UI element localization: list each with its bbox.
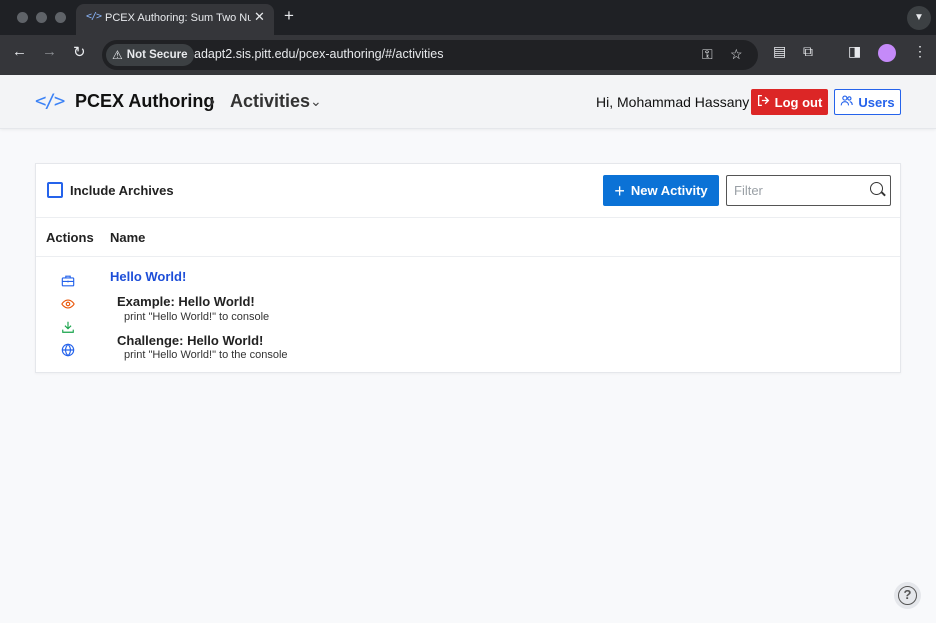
window-minimize-dot[interactable] (36, 12, 47, 23)
divider (36, 217, 900, 218)
browser-tab-active[interactable]: </> PCEX Authoring: Sum Two Numbers ✕ (76, 4, 274, 35)
search-icon (870, 182, 883, 195)
briefcase-icon[interactable] (61, 274, 75, 288)
users-button[interactable]: Users (834, 89, 901, 115)
breadcrumb-activities[interactable]: Activities (230, 91, 310, 112)
extensions-puzzle-icon[interactable]: ⧉ (803, 43, 813, 60)
column-header-actions: Actions (46, 230, 94, 245)
activities-card: Include Archives + New Activity Actions … (35, 163, 901, 373)
side-panel-icon[interactable]: ◨ (848, 43, 861, 60)
example-description: print "Hello World!" to console (124, 311, 270, 323)
tab-close-icon[interactable]: ✕ (254, 9, 265, 25)
security-label: Not Secure (126, 49, 188, 61)
help-button[interactable]: ? (894, 582, 921, 609)
include-archives-label[interactable]: Include Archives (70, 183, 174, 198)
kebab-menu-icon[interactable]: ⋮ (913, 43, 927, 60)
code-favicon-icon: </> (86, 11, 102, 22)
security-chip[interactable]: ⚠ Not Secure (106, 44, 195, 66)
new-tab-button[interactable]: + (284, 6, 294, 26)
globe-icon[interactable] (61, 343, 75, 357)
users-label: Users (858, 94, 895, 110)
forward-arrow-icon[interactable]: → (42, 43, 57, 60)
example-title: Example: Hello World! (117, 294, 255, 309)
browser-tabbar: </> PCEX Authoring: Sum Two Numbers ✕ + … (0, 0, 936, 35)
users-icon (840, 94, 854, 110)
user-greeting: Hi, Mohammad Hassany (596, 94, 750, 110)
chevron-down-icon[interactable]: ⌄ (310, 93, 322, 110)
column-header-name: Name (110, 230, 146, 245)
star-icon[interactable]: ☆ (730, 46, 743, 63)
window-zoom-dot[interactable] (55, 12, 66, 23)
include-archives-checkbox[interactable] (47, 182, 63, 198)
brand-title[interactable]: PCEX Authoring (75, 91, 214, 112)
address-bar[interactable]: ⚠ Not Secure adapt2.sis.pitt.edu/pcex-au… (102, 40, 758, 70)
new-activity-button[interactable]: + New Activity (603, 175, 719, 206)
download-icon[interactable] (61, 320, 75, 334)
profile-avatar[interactable] (878, 44, 896, 62)
tab-title: PCEX Authoring: Sum Two Numbers (105, 12, 251, 24)
back-arrow-icon[interactable]: ← (12, 43, 27, 60)
divider (36, 256, 900, 257)
window-close-dot[interactable] (17, 12, 28, 23)
logout-label: Log out (774, 94, 823, 110)
logout-button[interactable]: Log out (751, 89, 828, 115)
new-activity-label: New Activity (630, 183, 708, 198)
logout-icon (757, 94, 770, 110)
challenge-description: print "Hello World!" to the console (124, 349, 288, 361)
eye-icon[interactable] (61, 297, 75, 311)
activity-link[interactable]: Hello World! (110, 269, 186, 284)
key-icon[interactable]: ⚿ (702, 46, 713, 63)
plus-icon: + (614, 180, 625, 201)
challenge-title: Challenge: Hello World! (117, 333, 264, 348)
question-icon: ? (898, 586, 917, 605)
browser-toolbar: ← → ↻ ⚠ Not Secure adapt2.sis.pitt.edu/p… (0, 35, 936, 75)
page-content: </> PCEX Authoring › Activities ⌄ Hi, Mo… (0, 75, 936, 623)
tab-search-chevron-icon[interactable]: ▼ (907, 6, 931, 30)
code-logo-icon[interactable]: </> (35, 90, 65, 112)
reload-icon[interactable]: ↻ (73, 43, 86, 61)
breadcrumb-chevron-icon: › (209, 91, 215, 111)
app-header: </> PCEX Authoring › Activities ⌄ Hi, Mo… (0, 75, 936, 129)
reading-list-icon[interactable]: ▤ (773, 43, 786, 60)
filter-input[interactable] (726, 175, 891, 206)
warning-icon: ⚠ (112, 48, 123, 62)
url-text[interactable]: adapt2.sis.pitt.edu/pcex-authoring/#/act… (194, 47, 443, 61)
